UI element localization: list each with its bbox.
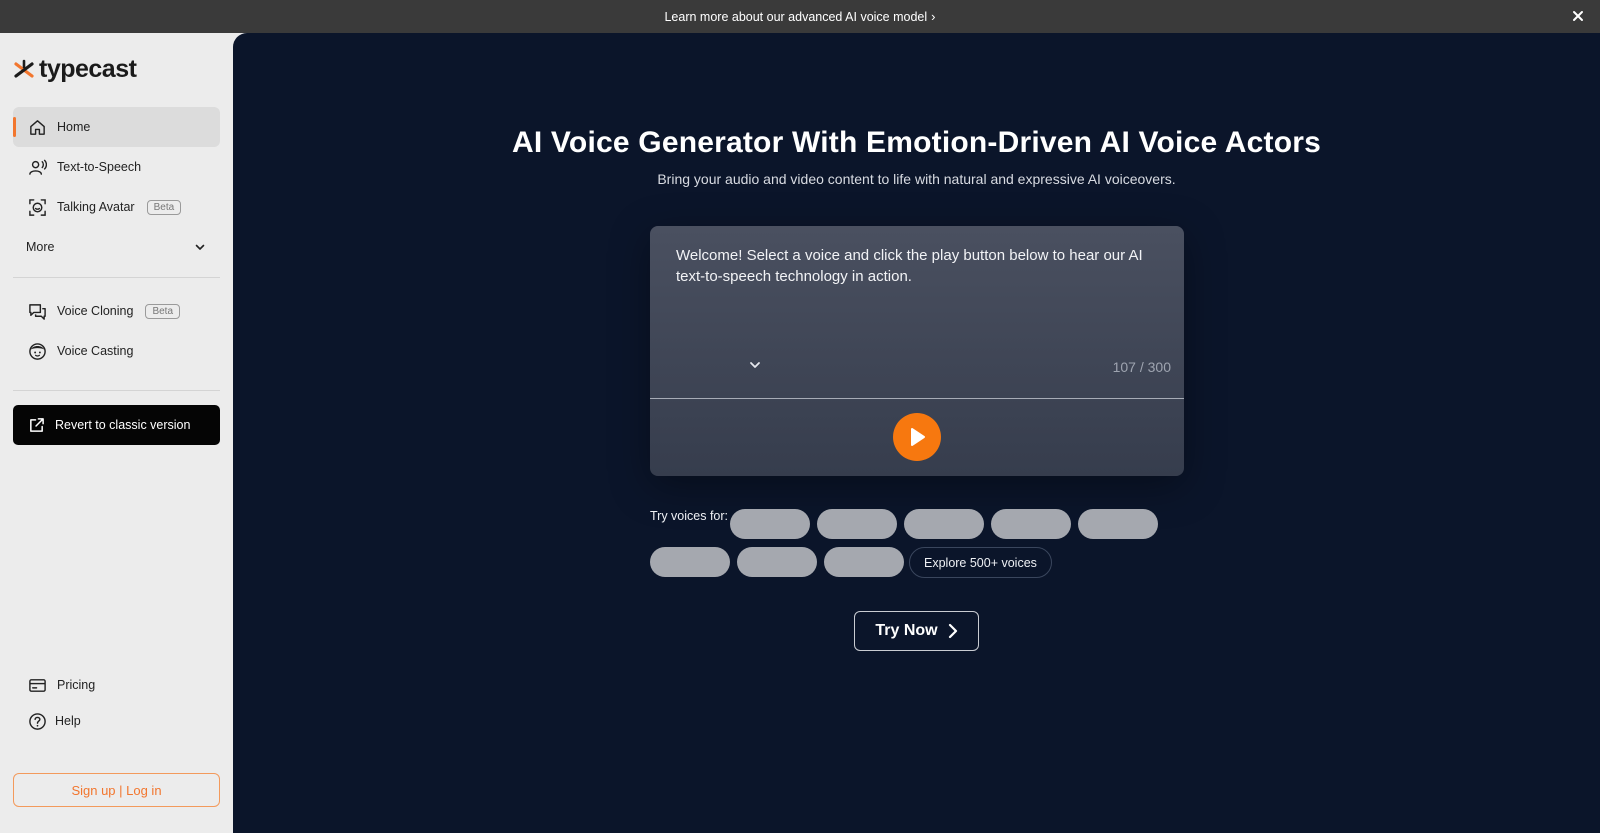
sidebar-item-voice-cloning[interactable]: Voice Cloning Beta xyxy=(13,291,220,331)
sidebar-item-label: Home xyxy=(57,120,91,134)
chevron-down-icon[interactable] xyxy=(745,356,765,374)
promo-text: Learn more about our advanced AI voice m… xyxy=(664,9,928,24)
beta-badge: Beta xyxy=(146,199,182,215)
sidebar-item-label: Voice Cloning xyxy=(57,304,134,318)
editor-divider xyxy=(650,398,1184,399)
page-title: AI Voice Generator With Emotion-Driven A… xyxy=(512,126,1321,159)
promo-link[interactable]: Learn more about our advanced AI voice m… xyxy=(664,10,935,24)
sidebar-item-label: More xyxy=(26,240,55,254)
voice-category-pill[interactable] xyxy=(817,509,897,539)
sidebar-item-text-to-speech[interactable]: Text-to-Speech xyxy=(13,147,220,187)
page-subtitle: Bring your audio and video content to li… xyxy=(657,171,1176,187)
beta-badge: Beta xyxy=(145,303,181,319)
secondary-nav: Voice Cloning Beta Voice Casting xyxy=(13,291,220,371)
play-button[interactable] xyxy=(893,413,941,461)
person-voice-icon xyxy=(29,159,47,175)
try-now-button[interactable]: Try Now xyxy=(854,611,979,651)
voice-category-pill[interactable] xyxy=(650,547,730,577)
bottom-nav: Pricing xyxy=(13,665,220,705)
primary-nav: Home Text-to-Speech Talking Avatar Beta … xyxy=(13,107,220,267)
nav-divider xyxy=(13,390,220,391)
try-voices-label: Try voices for: xyxy=(650,509,729,523)
sidebar-item-label: Pricing xyxy=(57,678,96,692)
explore-voices-button[interactable]: Explore 500+ voices xyxy=(909,547,1052,578)
nav-divider xyxy=(13,277,220,278)
main-content: AI Voice Generator With Emotion-Driven A… xyxy=(233,33,1600,833)
sidebar-item-label: Help xyxy=(55,714,81,728)
try-now-label: Try Now xyxy=(875,622,938,639)
chevron-right-icon xyxy=(948,623,957,639)
logo-text: typecast xyxy=(39,55,137,83)
avatar-frame-icon xyxy=(29,198,46,216)
sidebar-item-voice-casting[interactable]: Voice Casting xyxy=(13,331,220,371)
face-icon xyxy=(29,342,46,360)
demo-text-input[interactable]: Welcome! Select a voice and click the pl… xyxy=(676,245,1156,287)
chevron-down-icon xyxy=(195,244,205,250)
voice-category-pill[interactable] xyxy=(904,509,984,539)
voice-category-pill[interactable] xyxy=(737,547,817,577)
credit-card-icon xyxy=(29,678,46,692)
voice-category-pill[interactable] xyxy=(1078,509,1158,539)
sidebar-item-label: Voice Casting xyxy=(57,344,134,358)
sidebar-item-label: Text-to-Speech xyxy=(57,160,142,174)
sidebar-item-more[interactable]: More xyxy=(13,227,220,267)
logo[interactable]: typecast xyxy=(13,55,137,84)
signup-login-button[interactable]: Sign up | Log in xyxy=(13,773,220,807)
sidebar-item-pricing[interactable]: Pricing xyxy=(13,665,220,705)
typecast-logo-icon xyxy=(14,59,34,78)
play-icon xyxy=(911,428,925,446)
revert-label: Revert to classic version xyxy=(55,418,191,432)
home-icon xyxy=(30,119,45,135)
help-circle-icon xyxy=(29,712,46,730)
sidebar-item-home[interactable]: Home xyxy=(13,107,220,147)
sidebar: typecast Home Text-to-Speech Talking Ava… xyxy=(0,33,233,833)
sidebar-item-label: Talking Avatar xyxy=(57,200,135,214)
chat-bubbles-icon xyxy=(29,303,46,320)
voice-category-pill[interactable] xyxy=(991,509,1071,539)
bottom-nav-help: Help xyxy=(13,701,220,741)
voice-category-pill[interactable] xyxy=(730,509,810,539)
chevron-right-icon: › xyxy=(931,9,936,24)
sidebar-item-help[interactable]: Help xyxy=(13,701,220,741)
close-icon[interactable] xyxy=(1570,8,1586,24)
sidebar-item-talking-avatar[interactable]: Talking Avatar Beta xyxy=(13,187,220,227)
promo-banner: Learn more about our advanced AI voice m… xyxy=(0,0,1600,33)
external-link-icon xyxy=(30,417,44,432)
character-counter: 107 / 300 xyxy=(1112,359,1171,375)
revert-classic-button[interactable]: Revert to classic version xyxy=(13,405,220,445)
voice-category-pill[interactable] xyxy=(824,547,904,577)
tts-demo-editor: Welcome! Select a voice and click the pl… xyxy=(650,226,1184,476)
